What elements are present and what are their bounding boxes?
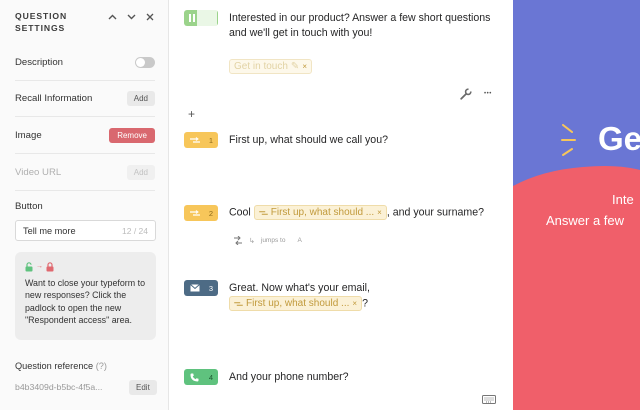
sparkle-icon: [561, 124, 576, 156]
question-2-logic[interactable]: ↳ jumps to A: [233, 236, 302, 245]
padlock-icons: →: [25, 261, 146, 272]
question-3-recall-pill[interactable]: First up, what should ... ×: [229, 296, 363, 311]
question-1-number: 1: [208, 135, 213, 145]
question-builder: Interested in our product? Answer a few …: [170, 0, 513, 410]
question-reference-edit-button[interactable]: Edit: [129, 380, 157, 395]
video-row: Video URL Add: [15, 155, 155, 191]
question-3-pill-text: First up, what should ...: [246, 298, 350, 309]
question-2-number: 2: [208, 208, 213, 218]
question-3-post: ?: [362, 297, 368, 310]
question-2-recall-pill[interactable]: First up, what should ... ×: [253, 205, 387, 220]
question-3-line: Great. Now what's your email,: [229, 282, 370, 294]
jump-arrow-icon: ↳: [249, 237, 255, 245]
question-toolbar: •••: [460, 88, 492, 100]
video-label: Video URL: [15, 167, 62, 178]
question-4-text[interactable]: And your phone number?: [229, 370, 349, 385]
image-label: Image: [15, 130, 42, 141]
question-2-text[interactable]: Cool First up, what should ... × , and y…: [229, 205, 484, 220]
question-3-number: 3: [208, 283, 213, 293]
email-icon: [190, 284, 200, 292]
panel-title: QUESTION SETTINGS: [15, 11, 68, 33]
welcome-screen-icon: [189, 10, 217, 26]
description-label: Description: [15, 57, 63, 68]
welcome-screen-badge[interactable]: [184, 10, 218, 26]
question-3-badge[interactable]: 3: [184, 280, 218, 296]
button-text-value: Tell me more: [23, 225, 76, 236]
image-remove-button[interactable]: Remove: [109, 128, 155, 143]
preview-line-1: Inte: [612, 192, 634, 207]
recall-row: Recall Information Add: [15, 81, 155, 117]
preview-headline: Ge: [598, 120, 640, 157]
button-text-input[interactable]: Tell me more 12 / 24: [15, 220, 156, 241]
arrow-icon: →: [36, 263, 43, 270]
question-settings-panel: QUESTION SETTINGS Description Recall Inf…: [0, 0, 169, 410]
lock-icon[interactable]: [46, 261, 54, 272]
button-text-counter: 12 / 24: [122, 225, 148, 236]
recall-add-button[interactable]: Add: [126, 91, 155, 106]
question-2-pill-close-icon[interactable]: ×: [377, 205, 382, 220]
button-text-label: Button: [15, 201, 43, 212]
question-2-badge[interactable]: 2: [184, 205, 218, 221]
short-text-icon: [190, 136, 200, 143]
question-2-pill-text: First up, what should ...: [270, 207, 375, 218]
welcome-screen-text[interactable]: Interested in our product? Answer a few …: [229, 11, 509, 41]
welcome-pill: Get in touch ✎ ×: [229, 59, 312, 75]
welcome-pill-text: Get in touch: [234, 61, 288, 73]
welcome-button-pill[interactable]: Get in touch ✎ ×: [229, 58, 312, 76]
welcome-text: Interested in our product? Answer a few …: [229, 12, 491, 39]
more-icon[interactable]: •••: [484, 91, 492, 97]
welcome-pill-edit-icon: ✎: [290, 61, 300, 73]
chevron-down-icon[interactable]: [125, 11, 137, 23]
question-reference-label: Question reference (?): [15, 361, 107, 371]
welcome-pill-close-icon[interactable]: ×: [302, 62, 307, 71]
question-reference-value: b4b3409d-b5bc-4f5a...: [15, 382, 103, 392]
video-add-button[interactable]: Add: [126, 165, 155, 180]
image-row: Image Remove: [15, 118, 155, 154]
short-text-icon: [234, 301, 243, 306]
keyboard-icon[interactable]: [482, 391, 496, 409]
form-preview[interactable]: Ge Inte Answer a few: [513, 0, 640, 410]
preview-line-2: Answer a few: [546, 213, 625, 228]
respondent-access-text: Want to close your typeform to new respo…: [25, 278, 146, 326]
question-4-number: 4: [208, 372, 213, 382]
description-row: Description: [15, 45, 155, 81]
question-2-pre: Cool: [229, 206, 251, 219]
short-text-icon: [258, 210, 268, 215]
respondent-access-info: → Want to close your typeform to new res…: [15, 252, 156, 340]
close-icon[interactable]: [144, 11, 156, 23]
phone-icon: [190, 373, 199, 381]
question-reference-help[interactable]: (?): [96, 361, 107, 371]
logic-icon: [234, 236, 242, 245]
question-reference-title: Question reference: [15, 361, 94, 371]
question-3-pill-close-icon[interactable]: ×: [352, 296, 357, 311]
jump-target: A: [297, 237, 302, 244]
short-text-icon: [190, 209, 200, 216]
wrench-icon[interactable]: [460, 88, 472, 100]
recall-label: Recall Information: [15, 93, 93, 104]
question-2-post: , and your surname?: [386, 206, 484, 219]
question-1-text[interactable]: First up, what should we call you?: [229, 133, 388, 148]
question-4-badge[interactable]: 4: [184, 369, 218, 385]
add-question-button[interactable]: +: [188, 107, 195, 121]
question-1-badge[interactable]: 1: [184, 132, 218, 148]
panel-controls: [106, 11, 156, 23]
description-toggle[interactable]: [135, 57, 155, 68]
jump-text: jumps to: [260, 237, 286, 244]
toggle-knob: [136, 58, 145, 67]
question-3-line-2: First up, what should ... × ?: [229, 296, 370, 311]
unlock-icon[interactable]: [25, 261, 33, 272]
question-3-text[interactable]: Great. Now what's your email, First up, …: [229, 281, 370, 311]
chevron-up-icon[interactable]: [106, 11, 118, 23]
